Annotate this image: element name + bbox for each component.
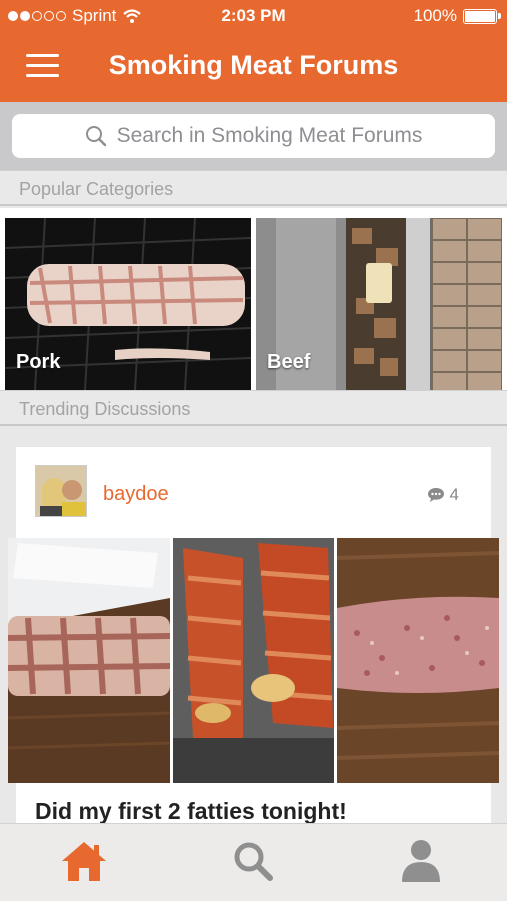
- battery-percent: 100%: [413, 6, 457, 25]
- user-icon: [402, 840, 440, 882]
- post-photo-strip: [8, 538, 500, 783]
- category-tile-beef[interactable]: Beef: [256, 218, 502, 390]
- search-icon: [234, 842, 273, 881]
- post-photo-2[interactable]: [172, 538, 335, 783]
- battery-icon: [463, 8, 501, 24]
- bottom-tab-bar: [0, 823, 507, 901]
- comment-bubble-icon: [427, 488, 444, 502]
- app-header: Sprint 2:03 PM 100% Smoking Meat Forums: [0, 0, 507, 102]
- status-bar: Sprint 2:03 PM 100%: [0, 0, 507, 32]
- home-icon: [62, 842, 106, 881]
- category-grid: Pork Beef: [0, 208, 507, 390]
- post-photo-image-3: [337, 538, 500, 783]
- search-bar-container: Search in Smoking Meat Forums: [0, 102, 507, 170]
- post-author[interactable]: baydoe: [103, 483, 169, 506]
- post-title[interactable]: Did my first 2 fatties tonight!: [35, 798, 347, 825]
- avatar[interactable]: [35, 465, 87, 517]
- category-tile-pork[interactable]: Pork: [5, 218, 251, 390]
- section-popular-categories: Popular Categories: [0, 170, 507, 206]
- post-photo-1[interactable]: [8, 538, 170, 783]
- tab-search[interactable]: [223, 836, 283, 886]
- section-trending-discussions: Trending Discussions: [0, 390, 507, 426]
- post-photo-image-1: [8, 538, 170, 783]
- category-label-beef: Beef: [267, 351, 311, 373]
- post-photo-image-2: [172, 538, 335, 783]
- app-title: Smoking Meat Forums: [108, 50, 399, 80]
- search-icon: [85, 126, 106, 147]
- category-label-pork: Pork: [16, 351, 61, 373]
- search-placeholder: Search in Smoking Meat Forums: [116, 124, 423, 147]
- comment-count[interactable]: 4: [427, 485, 459, 505]
- tab-profile[interactable]: [391, 836, 451, 886]
- comment-count-value: 4: [449, 485, 459, 504]
- search-input[interactable]: Search in Smoking Meat Forums: [12, 114, 495, 158]
- tab-home[interactable]: [54, 836, 114, 886]
- post-photo-3[interactable]: [337, 538, 500, 783]
- avatar-image: [36, 466, 86, 516]
- battery-area: 100%: [413, 6, 501, 26]
